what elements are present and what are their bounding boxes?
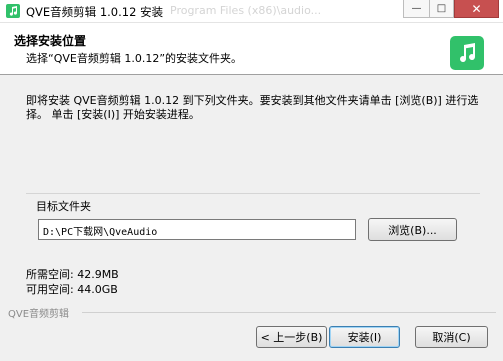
intro-text: 即将安装 QVE音频剪辑 1.0.12 到下列文件夹。要安装到其他文件夹请单击 … [26, 94, 479, 121]
window-title: QVE音频剪辑 1.0.12 安装 [26, 5, 164, 19]
space-available: 可用空间: 44.0GB [26, 283, 118, 296]
maximize-button[interactable]: □ [429, 0, 454, 18]
app-icon [6, 4, 20, 18]
destination-path-input[interactable]: D:\PC下载网\QveAudio [38, 219, 356, 240]
destination-label: 目标文件夹 [36, 198, 93, 214]
page-title: 选择安装位置 [14, 34, 87, 48]
install-button[interactable]: 安装(I) [329, 326, 400, 348]
space-required: 所需空间: 42.9MB [26, 268, 119, 281]
minimize-icon: — [411, 3, 422, 14]
back-button[interactable]: < 上一步(B) [256, 326, 327, 348]
minimize-button[interactable]: — [403, 0, 429, 18]
cancel-button[interactable]: 取消(C) [415, 326, 488, 348]
maximize-icon: □ [436, 3, 447, 14]
brand-label: QVE音频剪辑 [8, 309, 70, 320]
page-subtitle: 选择“QVE音频剪辑 1.0.12”的安装文件夹。 [26, 52, 243, 65]
close-icon: ✕ [471, 1, 482, 16]
browse-button[interactable]: 浏览(B)... [368, 218, 457, 241]
close-button[interactable]: ✕ [454, 0, 499, 18]
window-background-title: Program Files (x86)\audio... [170, 4, 322, 17]
music-note-icon [450, 36, 484, 70]
wizard-header: 选择安装位置 选择“QVE音频剪辑 1.0.12”的安装文件夹。 [0, 23, 503, 75]
title-bar: QVE音频剪辑 1.0.12 安装 Program Files (x86)\au… [0, 0, 503, 23]
footer-divider [82, 312, 496, 313]
